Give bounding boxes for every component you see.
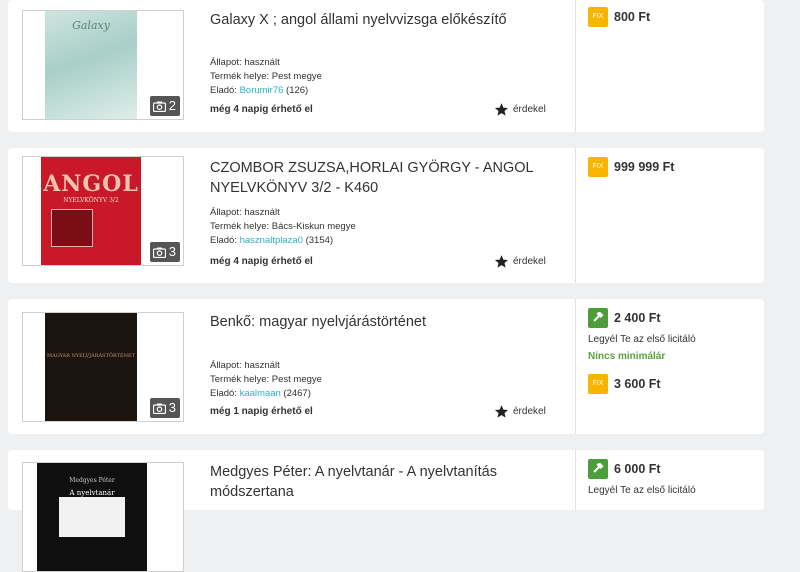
seller-rating: (2467) — [280, 388, 311, 399]
availability-text: még 1 napig érhető el — [210, 406, 313, 417]
cover-author: Medgyes Péter — [69, 477, 115, 484]
fix-price-row: FIX 800 Ft — [588, 7, 650, 27]
location-value: Pest megye — [271, 374, 322, 385]
location-label: Termék helye: — [210, 221, 272, 232]
photo-count: 3 — [168, 244, 176, 259]
camera-icon — [152, 247, 166, 258]
book-cover-image: ANGOL NYELVKÖNYV 3/2 — [41, 157, 141, 265]
fix-price-badge: FIX — [588, 374, 608, 394]
watch-label: érdekel — [513, 406, 546, 417]
no-minimum-note: Nincs minimálár — [588, 351, 666, 362]
condition-row: Állapot: használt — [210, 56, 280, 70]
cover-subtitle: NYELVKÖNYV 3/2 — [63, 197, 119, 204]
photo-count: 2 — [168, 98, 176, 113]
listing-card: ANGOL NYELVKÖNYV 3/2 3 CZOMBOR ZSUZSA,HO… — [8, 148, 764, 283]
listing-title[interactable]: Benkő: magyar nyelvjárástörténet — [210, 312, 555, 332]
fix-price-row: FIX 3 600 Ft — [588, 374, 661, 394]
column-divider — [575, 0, 576, 132]
bid-price-row: 6 000 Ft — [588, 459, 661, 479]
location-label: Termék helye: — [210, 71, 272, 82]
camera-icon — [152, 101, 166, 112]
location-row: Termék helye: Pest megye — [210, 373, 322, 387]
watch-label: érdekel — [513, 256, 546, 267]
listing-title[interactable]: Galaxy X ; angol állami nyelvvizsga elők… — [210, 10, 555, 30]
first-bidder-note: Legyél Te az első licitáló — [588, 334, 696, 345]
listing-thumbnail[interactable]: Medgyes Péter A nyelvtanár — [22, 462, 184, 572]
book-cover-image: Galaxy — [45, 11, 137, 119]
column-divider — [575, 450, 576, 510]
bid-price-row: 2 400 Ft — [588, 308, 661, 328]
cover-title: Galaxy — [72, 19, 110, 32]
condition-row: Állapot: használt — [210, 359, 280, 373]
fix-price-badge: FIX — [588, 7, 608, 27]
bid-price: 6 000 Ft — [614, 462, 661, 476]
watch-button[interactable]: érdekel — [494, 102, 546, 117]
condition-label: Állapot: — [210, 207, 245, 218]
condition-label: Állapot: — [210, 360, 245, 371]
listing-title[interactable]: Medgyes Péter: A nyelvtanár - A nyelvtan… — [210, 462, 555, 502]
listing-card: MAGYAR NYELVJÁRÁSTÖRTÉNET 3 Benkő: magya… — [8, 299, 764, 434]
cover-illustration — [59, 497, 125, 537]
seller-row: Eladó: hasznaltplaza0 (3154) — [210, 234, 333, 248]
star-icon — [494, 405, 509, 418]
fix-price-row: FIX 999 999 Ft — [588, 157, 674, 177]
seller-link[interactable]: hasznaltplaza0 — [240, 235, 303, 246]
first-bidder-note: Legyél Te az első licitáló — [588, 485, 696, 496]
fix-price: 800 Ft — [614, 10, 651, 24]
book-cover-image: Medgyes Péter A nyelvtanár — [37, 463, 147, 571]
listing-card: Galaxy 2 Galaxy X ; angol állami nyelvvi… — [8, 0, 764, 132]
listing-thumbnail[interactable]: Galaxy 2 — [22, 10, 184, 120]
cover-title: ANGOL — [43, 171, 139, 197]
column-divider — [575, 148, 576, 283]
seller-rating: (3154) — [302, 235, 334, 246]
bid-price: 2 400 Ft — [614, 311, 661, 325]
seller-label: Eladó: — [210, 85, 240, 96]
seller-link[interactable]: kaalmaan — [240, 388, 281, 399]
location-row: Termék helye: Pest megye — [210, 70, 322, 84]
seller-rating: (126) — [283, 85, 309, 96]
condition-value: használt — [244, 360, 280, 371]
photo-count-badge[interactable]: 3 — [149, 398, 180, 418]
fix-price-badge: FIX — [588, 157, 608, 177]
condition-label: Állapot: — [210, 57, 245, 68]
location-label: Termék helye: — [210, 374, 272, 385]
listing-thumbnail[interactable]: ANGOL NYELVKÖNYV 3/2 3 — [22, 156, 184, 266]
condition-value: használt — [244, 57, 280, 68]
seller-label: Eladó: — [210, 235, 240, 246]
cover-title: MAGYAR NYELVJÁRÁSTÖRTÉNET — [46, 353, 136, 359]
location-row: Termék helye: Bács-Kiskun megye — [210, 220, 356, 234]
hammer-icon — [588, 459, 608, 479]
star-icon — [494, 103, 509, 116]
condition-value: használt — [244, 207, 280, 218]
location-value: Bács-Kiskun megye — [271, 221, 356, 232]
photo-count-badge[interactable]: 3 — [149, 242, 180, 262]
seller-row: Eladó: Borumir76 (126) — [210, 84, 308, 98]
seller-row: Eladó: kaalmaan (2467) — [210, 387, 311, 401]
listing-thumbnail[interactable]: MAGYAR NYELVJÁRÁSTÖRTÉNET 3 — [22, 312, 184, 422]
photo-count-badge[interactable]: 2 — [149, 96, 180, 116]
location-value: Pest megye — [271, 71, 322, 82]
fix-price: 999 999 Ft — [614, 160, 675, 174]
book-cover-image: MAGYAR NYELVJÁRÁSTÖRTÉNET — [45, 313, 137, 421]
watch-button[interactable]: érdekel — [494, 254, 546, 269]
availability-text: még 4 napig érhető el — [210, 104, 313, 115]
listing-card: Medgyes Péter A nyelvtanár Medgyes Péter… — [8, 450, 764, 572]
listing-title[interactable]: CZOMBOR ZSUZSA,HORLAI GYÖRGY - ANGOL NYE… — [210, 158, 555, 198]
hammer-icon — [588, 308, 608, 328]
watch-label: érdekel — [513, 104, 546, 115]
seller-label: Eladó: — [210, 388, 240, 399]
column-divider — [575, 299, 576, 434]
seller-link[interactable]: Borumir76 — [240, 85, 284, 96]
cover-illustration — [51, 209, 93, 247]
availability-text: még 4 napig érhető el — [210, 256, 313, 267]
photo-count: 3 — [168, 400, 176, 415]
fix-price: 3 600 Ft — [614, 377, 661, 391]
condition-row: Állapot: használt — [210, 206, 280, 220]
cover-title: A nyelvtanár — [69, 489, 115, 497]
camera-icon — [152, 403, 166, 414]
star-icon — [494, 255, 509, 268]
watch-button[interactable]: érdekel — [494, 404, 546, 419]
